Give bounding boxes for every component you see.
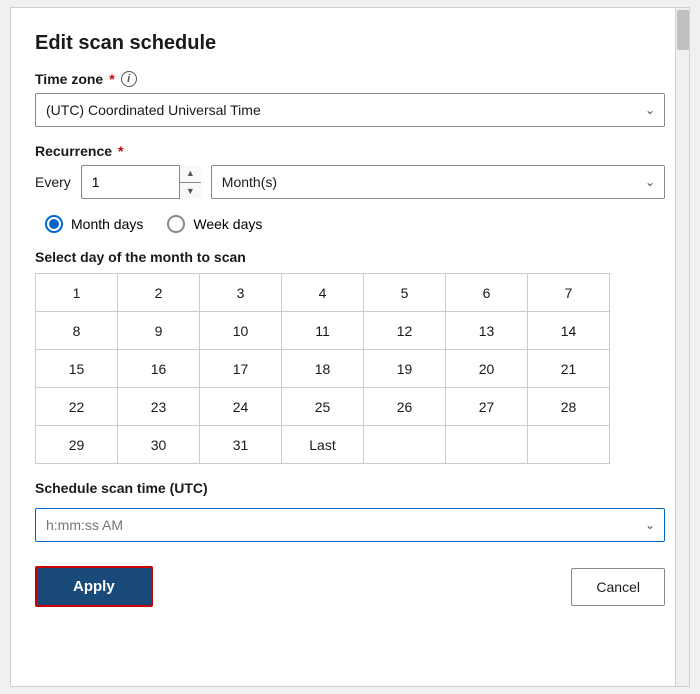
day-cell[interactable]: 28 (528, 388, 610, 426)
day-cell[interactable]: 17 (200, 350, 282, 388)
recurrence-number-wrapper: ▲ ▼ (81, 165, 201, 199)
timezone-label-text: Time zone (35, 71, 103, 87)
day-cell[interactable]: 2 (118, 274, 200, 312)
recurrence-period-wrapper: Day(s) Week(s) Month(s) Year(s) ⌄ (211, 165, 665, 199)
recurrence-label: Recurrence * (35, 143, 665, 159)
week-days-radio-label[interactable]: Week days (167, 215, 262, 233)
recurrence-label-text: Recurrence (35, 143, 112, 159)
timezone-select[interactable]: (UTC) Coordinated Universal Time (UTC-05… (35, 93, 665, 127)
spin-up-button[interactable]: ▲ (180, 165, 201, 183)
week-days-label: Week days (193, 216, 262, 232)
month-days-radio[interactable] (45, 215, 63, 233)
spin-down-button[interactable]: ▼ (180, 183, 201, 200)
day-cell[interactable]: 26 (364, 388, 446, 426)
timezone-label: Time zone * i (35, 71, 665, 87)
day-cell (528, 426, 610, 464)
apply-button[interactable]: Apply (35, 566, 153, 607)
day-cell[interactable]: 31 (200, 426, 282, 464)
spin-buttons: ▲ ▼ (179, 165, 201, 199)
day-cell[interactable]: 12 (364, 312, 446, 350)
day-cell[interactable]: 6 (446, 274, 528, 312)
scan-time-input[interactable] (35, 508, 665, 542)
time-input-wrapper: ⌄ (35, 508, 665, 542)
recurrence-period-select[interactable]: Day(s) Week(s) Month(s) Year(s) (211, 165, 665, 199)
day-cell[interactable]: 20 (446, 350, 528, 388)
timezone-select-wrapper: (UTC) Coordinated Universal Time (UTC-05… (35, 93, 665, 127)
timezone-required: * (109, 71, 114, 87)
scan-time-label: Schedule scan time (UTC) (35, 480, 665, 496)
day-cell[interactable]: 3 (200, 274, 282, 312)
day-cell[interactable]: 27 (446, 388, 528, 426)
day-cell[interactable]: 14 (528, 312, 610, 350)
day-cell[interactable]: 18 (282, 350, 364, 388)
day-type-radio-group: Month days Week days (45, 215, 665, 233)
day-cell[interactable]: 25 (282, 388, 364, 426)
day-grid: 1234567891011121314151617181920212223242… (35, 273, 610, 464)
day-cell (446, 426, 528, 464)
calendar-section: Select day of the month to scan 12345678… (35, 249, 665, 464)
timezone-section: Time zone * i (UTC) Coordinated Universa… (35, 71, 665, 127)
recurrence-required: * (118, 143, 123, 159)
day-cell[interactable]: 7 (528, 274, 610, 312)
day-cell[interactable]: 16 (118, 350, 200, 388)
day-cell[interactable]: 1 (36, 274, 118, 312)
week-days-radio[interactable] (167, 215, 185, 233)
day-cell[interactable]: 10 (200, 312, 282, 350)
scrollbar-thumb (677, 10, 689, 50)
day-cell[interactable]: 29 (36, 426, 118, 464)
day-cell[interactable]: 30 (118, 426, 200, 464)
day-cell[interactable]: Last (282, 426, 364, 464)
scan-time-label-text: Schedule scan time (UTC) (35, 480, 208, 496)
day-cell[interactable]: 19 (364, 350, 446, 388)
recurrence-row: Every ▲ ▼ Day(s) Week(s) Month(s) Year(s… (35, 165, 665, 199)
month-days-label: Month days (71, 216, 143, 232)
page-title: Edit scan schedule (35, 32, 665, 55)
day-cell[interactable]: 4 (282, 274, 364, 312)
edit-scan-schedule-panel: Edit scan schedule Time zone * i (UTC) C… (10, 7, 690, 687)
day-cell[interactable]: 9 (118, 312, 200, 350)
recurrence-section: Recurrence * Every ▲ ▼ Day(s) Week(s) Mo… (35, 143, 665, 199)
every-label: Every (35, 174, 71, 190)
day-cell (364, 426, 446, 464)
day-cell[interactable]: 22 (36, 388, 118, 426)
timezone-info-icon[interactable]: i (121, 71, 137, 87)
day-cell[interactable]: 5 (364, 274, 446, 312)
day-cell[interactable]: 8 (36, 312, 118, 350)
day-cell[interactable]: 23 (118, 388, 200, 426)
day-cell[interactable]: 21 (528, 350, 610, 388)
scan-time-section: Schedule scan time (UTC) ⌄ (35, 480, 665, 542)
day-cell[interactable]: 13 (446, 312, 528, 350)
day-cell[interactable]: 11 (282, 312, 364, 350)
calendar-label: Select day of the month to scan (35, 249, 665, 265)
day-cell[interactable]: 24 (200, 388, 282, 426)
month-days-radio-label[interactable]: Month days (45, 215, 143, 233)
scrollbar[interactable] (675, 8, 689, 686)
day-cell[interactable]: 15 (36, 350, 118, 388)
cancel-button[interactable]: Cancel (571, 568, 665, 606)
footer-buttons: Apply Cancel (35, 566, 665, 607)
